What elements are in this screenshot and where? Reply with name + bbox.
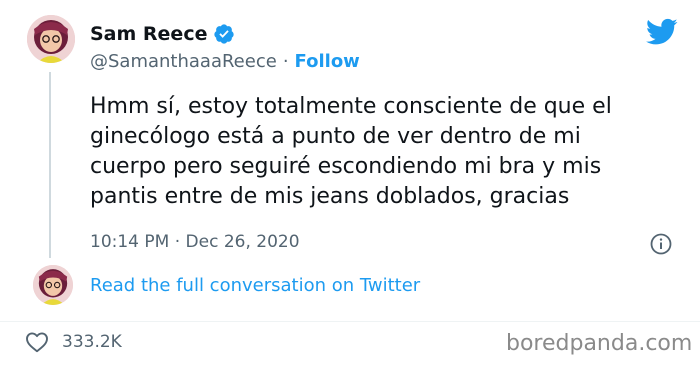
divider [0,321,700,322]
twitter-bird-icon[interactable] [646,18,678,46]
tweet-timestamp[interactable]: 10:14 PM · Dec 26, 2020 [90,232,300,252]
follow-button[interactable]: Follow [295,51,360,72]
author-avatar-small[interactable] [33,265,73,305]
handle-row: @SamanthaaaReece · Follow [90,51,360,72]
thread-line [49,72,51,258]
tweet-text-line: ginecólogo está a punto de ver dentro de… [90,124,581,149]
info-icon[interactable] [649,232,673,256]
author-name[interactable]: Sam Reece [90,23,207,45]
verified-badge-icon [214,24,235,44]
handle-separator: · [282,51,289,72]
heart-icon[interactable] [25,331,49,353]
watermark: boredpanda.com [506,331,693,356]
tweet-text: Hmm sí, estoy totalmente consciente de q… [90,92,690,212]
tweet-text-line: cuerpo pero seguiré escondiendo mi bra y… [90,154,602,179]
tweet-text-line: pantis entre de mis jeans doblados, grac… [90,184,570,209]
tweet-text-line: Hmm sí, estoy totalmente consciente de q… [90,94,612,119]
like-count: 333.2K [62,332,122,352]
author-avatar[interactable] [27,15,75,63]
author-name-row: Sam Reece [90,23,235,45]
read-conversation-link[interactable]: Read the full conversation on Twitter [90,275,420,296]
author-handle[interactable]: @SamanthaaaReece [90,51,277,72]
